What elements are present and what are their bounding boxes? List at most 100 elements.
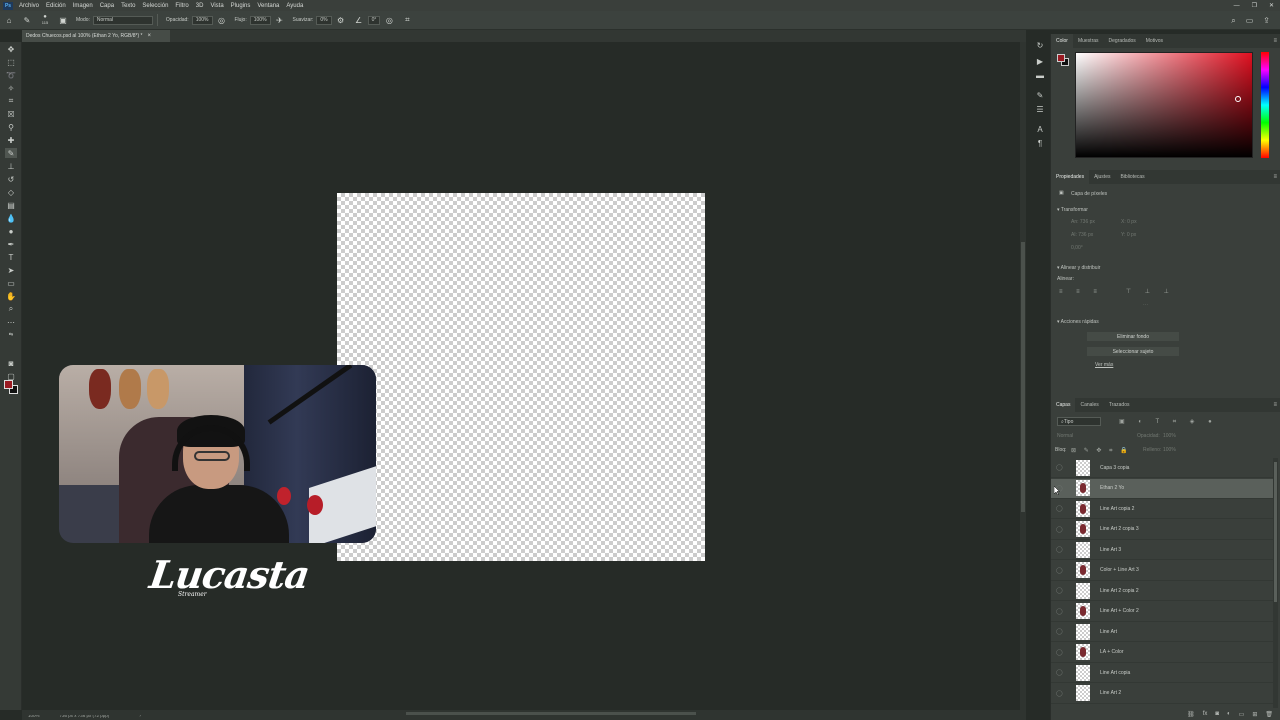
fill-field[interactable]: 100% [1163,447,1176,453]
menu-ventana[interactable]: Ventana [254,3,283,9]
color-field[interactable] [1075,52,1253,158]
tab-channels[interactable]: Canales [1075,398,1103,412]
layer-name[interactable]: LA + Color [1100,649,1124,655]
blur-tool-icon[interactable]: 💧 [5,213,17,223]
panel-menu-icon[interactable]: ≡ [1273,402,1277,408]
layer-visibility-icon[interactable]: ◯ [1056,608,1066,615]
airbrush-icon[interactable]: ✈ [275,15,285,25]
layer-row[interactable]: ◯ Capa 3 copia [1051,458,1273,478]
paragraph-icon[interactable]: ¶ [1035,138,1045,148]
menu-vista[interactable]: Vista [207,3,227,9]
layer-row[interactable]: ◯ Line Art [1051,622,1273,642]
layer-row[interactable]: ◯ Line Art 3 [1051,540,1273,560]
layer-row[interactable]: ◯ Line Art copia 2 [1051,499,1273,519]
gradient-tool-icon[interactable]: ▤ [5,200,17,210]
color-picker-marker[interactable] [1235,96,1241,102]
pressure-opacity-icon[interactable]: ◎ [217,15,227,25]
color-swatches[interactable] [4,380,18,394]
layer-name[interactable]: Line Art + Color 2 [1100,608,1139,614]
layer-name[interactable]: Color + Line Art 3 [1100,567,1139,573]
brushes-icon[interactable]: ✎ [1035,90,1045,100]
quick-mask-icon[interactable]: ◙ [5,358,17,368]
scrollbar-thumb[interactable] [406,712,696,715]
clone-stamp-tool-icon[interactable]: ⊥ [5,161,17,171]
maximize-button[interactable]: ❐ [1252,2,1257,9]
opacity-field[interactable]: 100% [191,15,213,25]
blend-mode-select[interactable]: Normal [1057,433,1073,439]
layer-visibility-icon[interactable]: ◯ [1056,526,1066,533]
menu-texto[interactable]: Texto [118,3,139,9]
more-options-icon[interactable]: ··· [1143,302,1148,308]
height-field[interactable]: Al: 736 px [1071,232,1093,238]
brush-settings-icon[interactable]: ▣ [58,15,68,25]
scrollbar-thumb[interactable] [1274,462,1277,602]
layer-row[interactable]: ◯ Line Art + Color 2 [1051,602,1273,622]
layer-row[interactable]: ◯ Color + Line Art 3 [1051,561,1273,581]
layer-name[interactable]: Line Art [1100,629,1117,635]
healing-brush-tool-icon[interactable]: ✚ [5,135,17,145]
workspace-icon[interactable]: ▭ [1246,16,1254,25]
tab-layers[interactable]: Capas [1051,398,1076,412]
history-icon[interactable]: ↻ [1035,40,1045,50]
layer-mask-icon[interactable]: ◙ [1215,711,1219,717]
layer-filter-select[interactable]: ⌕ Tipo [1057,417,1101,426]
remove-background-button[interactable]: Eliminar fondo [1087,332,1179,341]
menu-plugins[interactable]: Plugins [228,3,255,9]
eraser-tool-icon[interactable]: ◇ [5,187,17,197]
marquee-tool-icon[interactable]: ⬚ [5,57,17,67]
menu-archivo[interactable]: Archivo [16,3,43,9]
close-tab-icon[interactable]: × [147,33,151,39]
layer-row[interactable]: ◯ Line Art copia [1051,663,1273,683]
eyedropper-tool-icon[interactable]: ⚲ [5,122,17,132]
layer-opacity-field[interactable]: 100% [1163,433,1176,439]
align-header[interactable]: ▾ Alinear y distribuir [1057,265,1100,271]
layer-visibility-icon[interactable]: ◯ [1056,546,1066,553]
layer-visibility-icon[interactable]: ◯ [1056,628,1066,635]
delete-layer-icon[interactable]: 🗑 [1265,711,1273,718]
brush-tool-icon[interactable]: ✎ [22,15,32,25]
see-more-link[interactable]: Ver más [1095,362,1113,368]
hand-tool-icon[interactable]: ✋ [5,291,17,301]
symmetry-icon[interactable]: ⌗ [402,15,412,25]
pen-tool-icon[interactable]: ✒ [5,239,17,249]
default-colors-icon[interactable]: ⇆ [5,330,17,340]
canvas-horizontal-scrollbar[interactable] [22,712,1020,715]
actions-play-icon[interactable]: ▶ [1035,56,1045,66]
layer-row[interactable]: ◯ Line Art 2 copia 3 [1051,520,1273,540]
rectangle-tool-icon[interactable]: ▭ [5,278,17,288]
tab-color[interactable]: Color [1051,34,1073,48]
home-icon[interactable]: ⌂ [4,15,14,25]
menu-imagen[interactable]: Imagen [70,3,97,9]
link-layers-icon[interactable]: ⛓ [1187,711,1195,718]
magic-wand-tool-icon[interactable]: ✧ [5,83,17,93]
frame-tool-icon[interactable]: ☒ [5,109,17,119]
document-tab[interactable]: Dedos Chuecos.psd al 100% (Ethan 2 Yo, R… [22,30,170,42]
menu-ayuda[interactable]: Ayuda [283,3,307,9]
layer-filter-icons[interactable]: ▣ ◐ T ⌗ ◈ ● [1119,418,1218,426]
x-field[interactable]: X: 0 px [1121,219,1137,225]
layer-name[interactable]: Line Art 2 [1100,690,1121,696]
brush-tool-icon[interactable]: ✎ [5,148,17,158]
align-buttons-icon[interactable]: ≡ ≡ ≡ ⊤ ⊥ ⊥ [1059,288,1175,295]
quick-actions-header[interactable]: ▾ Acciones rápidas [1057,319,1099,325]
layer-visibility-icon[interactable]: ◯ [1056,649,1066,656]
menu-3d[interactable]: 3D [193,3,208,9]
document-canvas[interactable] [337,193,705,561]
tab-properties[interactable]: Propiedades [1051,170,1090,184]
menu-edicion[interactable]: Edición [43,3,70,9]
layer-row[interactable]: ◯ Line Art 2 [1051,684,1273,704]
dodge-tool-icon[interactable]: ● [5,226,17,236]
layer-visibility-icon[interactable]: ◯ [1056,464,1066,471]
adjustments-icon[interactable]: ☰ [1035,104,1045,114]
comments-icon[interactable]: ▬ [1035,70,1045,80]
layer-name[interactable]: Line Art 2 copia 3 [1100,526,1139,532]
path-selection-tool-icon[interactable]: ➤ [5,265,17,275]
group-icon[interactable]: ▭ [1239,711,1245,718]
type-tool-icon[interactable]: T [5,252,17,262]
transform-header[interactable]: ▾ Transformar [1057,207,1088,213]
layer-visibility-icon[interactable]: ◯ [1056,690,1066,697]
menu-filtro[interactable]: Filtro [172,3,192,9]
mode-select[interactable]: Normal [92,15,153,25]
move-tool-icon[interactable]: ✥ [5,44,17,54]
tab-libraries[interactable]: Bibliotecas [1115,170,1149,184]
